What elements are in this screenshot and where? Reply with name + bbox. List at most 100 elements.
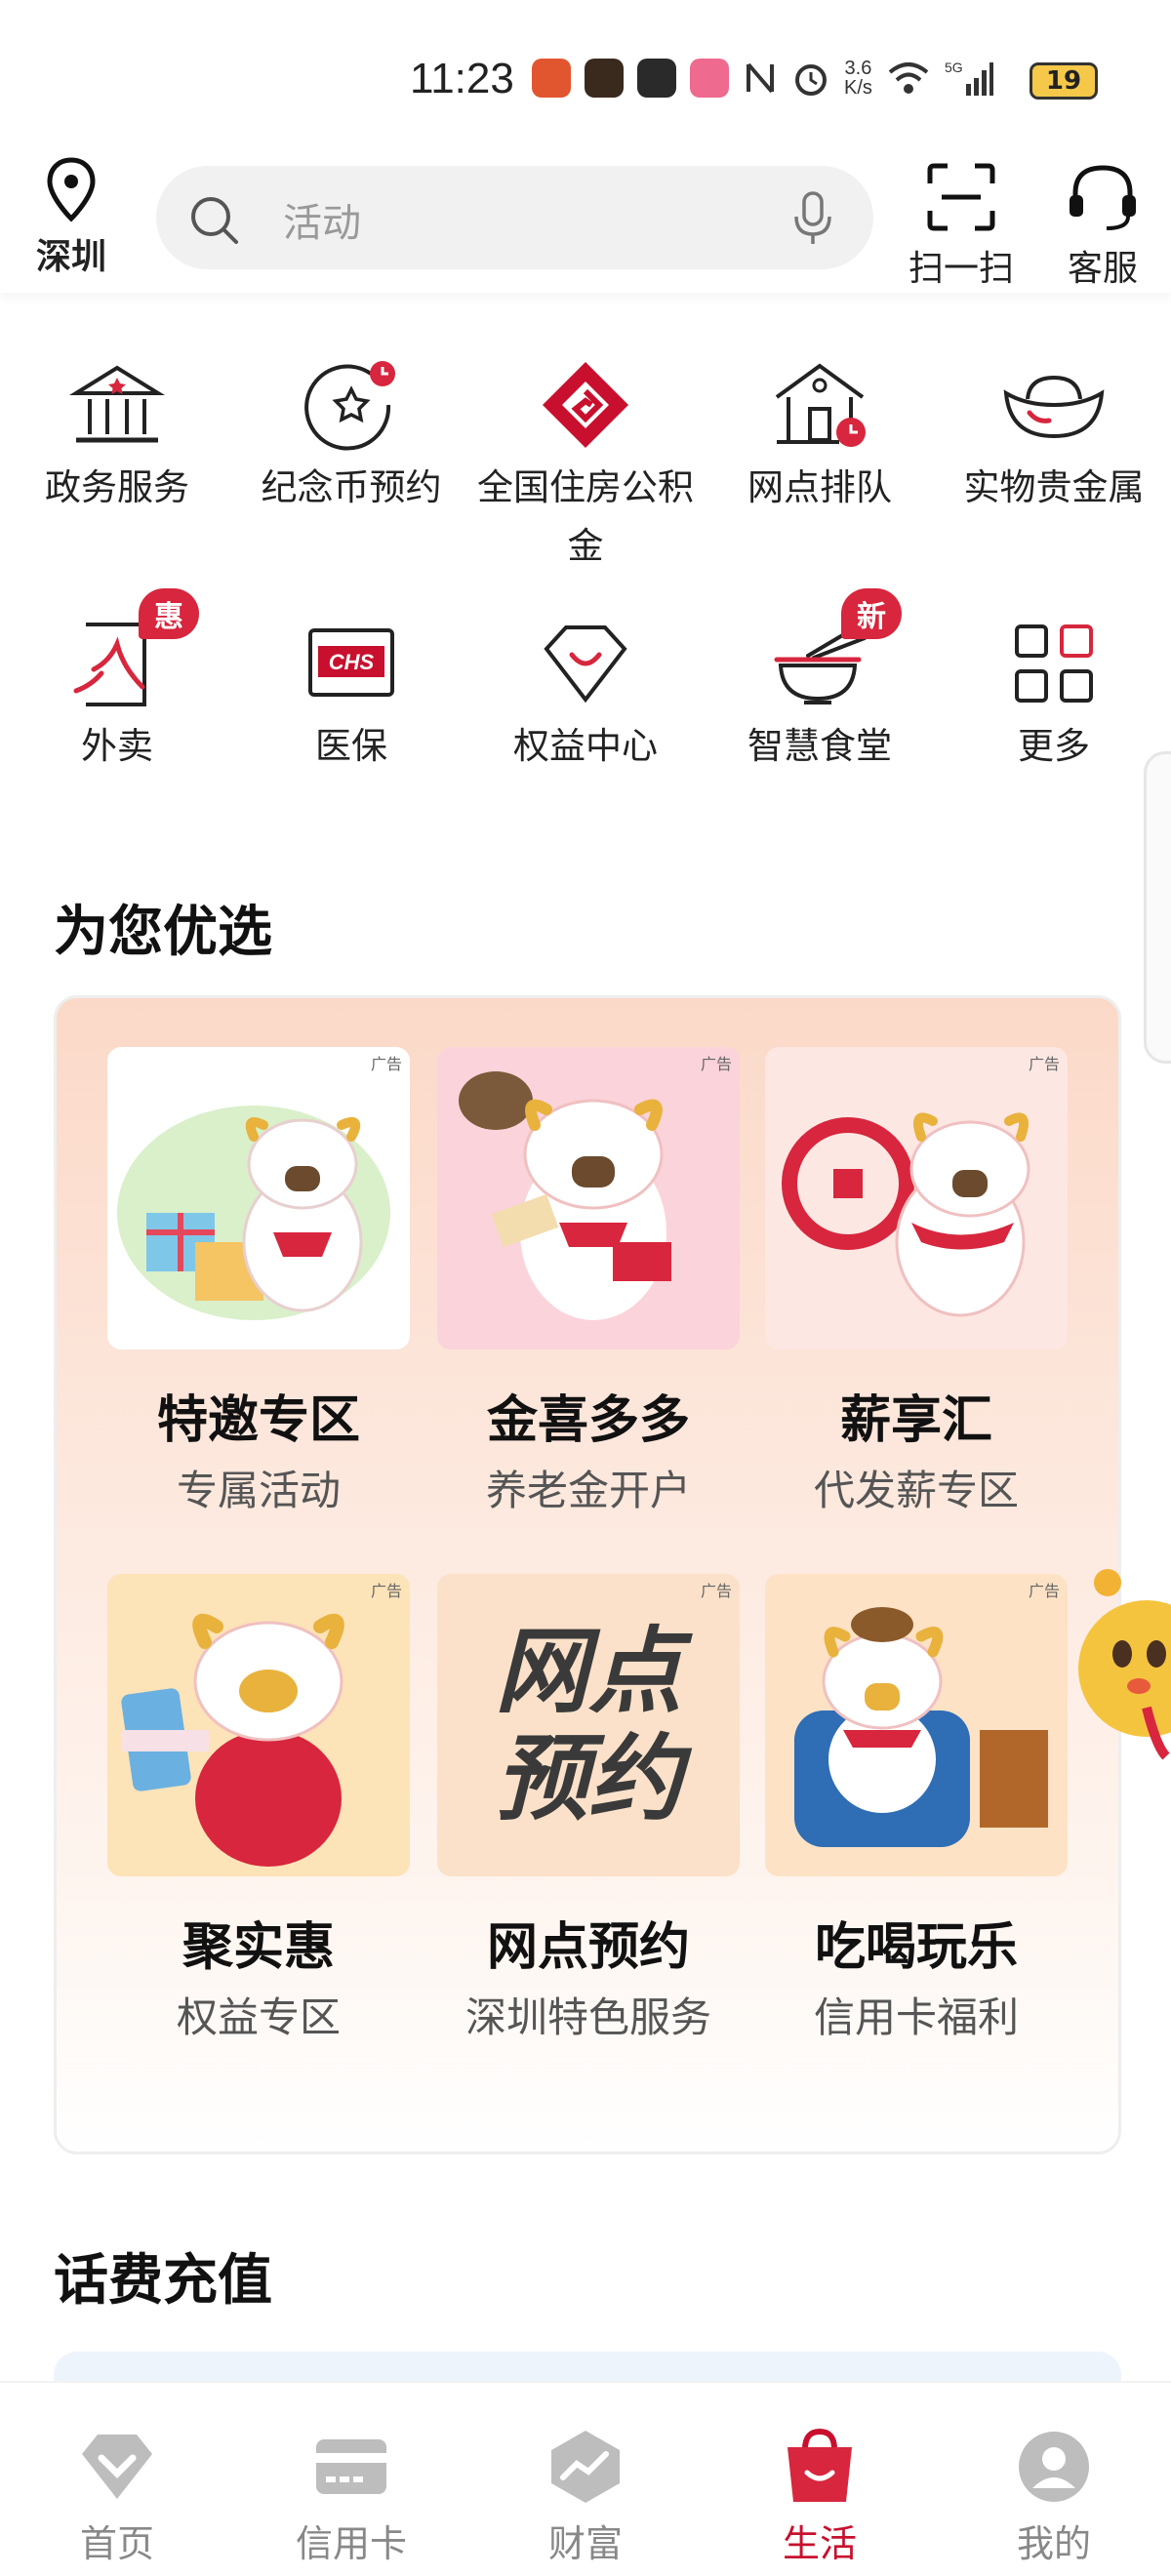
tab-home[interactable]: 首页 (0, 2428, 234, 2567)
floating-mascot-icon[interactable] (1078, 1561, 1171, 1786)
tile-image: 广告 (107, 1574, 410, 1876)
status-bar: 11:23 3.6 K/s 5G 19 (0, 0, 1171, 156)
featured-tile-lifestyle[interactable]: 广告 吃喝玩乐 信用卡福利 (765, 1574, 1068, 2044)
quick-service-label: 更多 (1018, 725, 1090, 767)
location-selector[interactable]: 深圳 (29, 156, 113, 279)
app-notification-icon (690, 59, 729, 98)
quick-service-label: 医保 (315, 725, 387, 767)
search-input[interactable]: 活动 (156, 166, 873, 269)
home-diamond-icon (82, 2435, 152, 2499)
svg-text:CHS: CHS (329, 650, 375, 674)
tile-subtitle: 专属活动 (176, 1467, 341, 1514)
net-speed: 3.6 K/s (844, 58, 872, 99)
quick-service-more[interactable]: 更多 (937, 610, 1171, 776)
scan-label: 扫一扫 (908, 249, 1014, 289)
tab-label: 首页 (79, 2522, 154, 2565)
featured-tile-pension[interactable]: 广告 金喜多多 养老金开户 (437, 1047, 740, 1517)
nfc-icon (747, 62, 774, 94)
featured-tile-benefits[interactable]: 广告 聚实惠 权益专区 (107, 1574, 410, 2044)
ad-label: 广告 (370, 1055, 402, 1073)
new-badge: 新 (841, 588, 902, 639)
quick-service-medical-insurance[interactable]: CHS 医保 (234, 610, 468, 776)
topup-section-title: 话费充值 (54, 2249, 272, 2313)
ad-label: 广告 (1028, 1582, 1060, 1600)
discount-badge: 惠 (139, 588, 199, 639)
search-placeholder: 活动 (283, 201, 361, 246)
tile-image-text: 预约 (495, 1724, 682, 1833)
tab-wealth[interactable]: 财富 (468, 2428, 703, 2567)
tab-label: 信用卡 (295, 2522, 407, 2565)
tile-name: 吃喝玩乐 (814, 1918, 1018, 1977)
chs-medical-insurance-icon: CHS (308, 628, 394, 697)
cow-mascot-phone-icon (121, 1613, 344, 1867)
diamond-smile-icon (544, 625, 627, 704)
tile-subtitle: 权益专区 (176, 1993, 341, 2041)
gold-ingot-icon (1003, 375, 1105, 439)
app-notification-icon (637, 59, 676, 98)
app-notification-icon (585, 59, 624, 98)
cow-mascot-gifts-icon (117, 1106, 390, 1320)
quick-service-label: 智慧食堂 (747, 725, 892, 767)
tile-subtitle: 深圳特色服务 (464, 1993, 711, 2041)
location-label: 深圳 (35, 237, 106, 277)
tile-image: 广告 网点 预约 (437, 1574, 740, 1876)
tile-image: 广告 (765, 1574, 1068, 1876)
quick-service-label: 政务服务 (45, 466, 189, 508)
quick-service-housing-fund[interactable]: 全国住房公积金 (468, 351, 703, 576)
tab-profile[interactable]: 我的 (937, 2428, 1171, 2567)
signal-5g-icon: 5G (945, 60, 993, 96)
tile-name: 特邀专区 (156, 1391, 360, 1450)
bank-queue-icon (775, 363, 866, 447)
customer-service-button[interactable]: 客服 (1044, 160, 1161, 291)
wealth-chart-icon (551, 2431, 620, 2503)
ad-label: 广告 (700, 1055, 732, 1073)
side-drawer-handle[interactable] (1144, 751, 1171, 1064)
featured-tile-branch-booking[interactable]: 广告 网点 预约 网点预约 深圳特色服务 (437, 1574, 740, 2044)
app-notification-icon (532, 59, 571, 98)
grid-more-icon (1015, 624, 1093, 703)
tile-name: 网点预约 (486, 1918, 690, 1977)
scan-button[interactable]: 扫一扫 (903, 160, 1020, 291)
quick-service-label: 实物贵金属 (963, 466, 1145, 508)
featured-tile-special-invite[interactable]: 广告 特邀专区 专属活动 (107, 1047, 410, 1517)
quick-service-label: 全国住房公积金 (477, 466, 694, 567)
tab-label: 生活 (782, 2522, 857, 2565)
housing-fund-logo-icon (543, 362, 628, 448)
quick-service-branch-queue[interactable]: 网点排队 (703, 351, 937, 517)
search-icon (191, 197, 238, 244)
microphone-icon[interactable] (791, 189, 834, 248)
quick-service-label: 网点排队 (747, 466, 892, 508)
quick-service-precious-metal[interactable]: 实物贵金属 (937, 351, 1171, 517)
tile-image: 广告 (437, 1047, 740, 1349)
quick-service-takeout[interactable]: 惠 外卖 (0, 588, 234, 776)
tile-image: 广告 (107, 1047, 410, 1349)
svg-text:5G: 5G (945, 60, 963, 75)
quick-service-commemorative-coin[interactable]: 纪念币预约 (234, 351, 468, 517)
status-icons: 3.6 K/s 5G (532, 59, 993, 98)
tile-name: 金喜多多 (486, 1391, 690, 1450)
quick-service-label: 外卖 (81, 725, 153, 767)
tile-name: 聚实惠 (182, 1918, 335, 1977)
user-profile-icon (1019, 2432, 1089, 2502)
tab-label: 我的 (1016, 2522, 1091, 2565)
cow-mascot-salary-icon (782, 1112, 1030, 1317)
featured-tile-salary[interactable]: 广告 薪享汇 代发薪专区 (765, 1047, 1068, 1517)
tab-life[interactable]: 生活 (703, 2428, 937, 2567)
wifi-icon (888, 62, 929, 94)
status-time: 11:23 (410, 55, 514, 102)
quick-service-label: 权益中心 (513, 725, 658, 767)
battery-indicator: 19 (1030, 62, 1098, 100)
quick-service-rights-center[interactable]: 权益中心 (468, 610, 703, 776)
cow-mascot-armchair-icon (794, 1607, 1048, 1847)
quick-service-smart-canteen[interactable]: 新 智慧食堂 (703, 588, 937, 776)
credit-card-icon (316, 2439, 386, 2494)
featured-card: 广告 特邀专区 专属活动 广告 金喜多多 养老金开户 广告 薪享汇 代发薪专区 … (54, 995, 1121, 2154)
tile-image: 广告 (765, 1047, 1068, 1349)
tile-image-text: 网点 (495, 1617, 682, 1726)
quick-service-government[interactable]: 政务服务 (0, 351, 234, 517)
tab-credit-card[interactable]: 信用卡 (234, 2428, 468, 2567)
bottom-tab-bar: 首页 信用卡 财富 生活 我的 (0, 2381, 1171, 2576)
ad-label: 广告 (700, 1582, 732, 1600)
customer-service-label: 客服 (1067, 249, 1138, 289)
shopping-bag-icon (787, 2428, 852, 2502)
